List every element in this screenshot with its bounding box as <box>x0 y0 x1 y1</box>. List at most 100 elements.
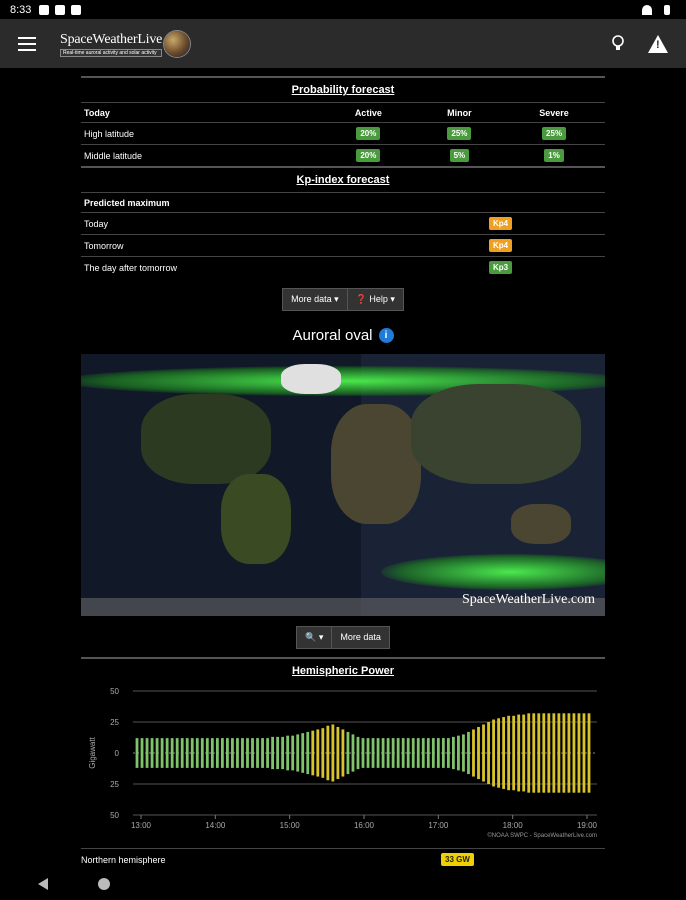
power-bar <box>150 738 154 768</box>
help-button[interactable]: ❓ Help ▾ <box>347 288 404 311</box>
power-bar <box>547 713 551 793</box>
x-tick-label: 14:00 <box>205 821 226 830</box>
table-header-row: Today Active Minor Severe <box>81 102 605 123</box>
power-bar <box>477 726 480 780</box>
power-bar <box>180 738 184 768</box>
table-row: High latitude 20% 25% 25% <box>81 122 605 145</box>
table-row: Tomorrow Kp4 <box>81 234 605 257</box>
power-bar <box>446 738 450 768</box>
hemisphere-row: Northern hemisphere 33 GW <box>81 848 605 866</box>
info-icon[interactable]: i <box>378 328 394 343</box>
power-bar <box>487 722 490 784</box>
power-bar <box>276 736 280 770</box>
x-tick-label: 13:00 <box>131 821 152 830</box>
power-bar <box>281 736 285 770</box>
power-bar <box>441 738 445 768</box>
x-tick-label: 17:00 <box>428 821 449 830</box>
power-bar <box>236 738 239 768</box>
battery-icon <box>664 4 670 15</box>
zoom-button[interactable]: 🔍 ▾ <box>296 626 333 649</box>
power-bar <box>220 738 224 768</box>
table-row: The day after tomorrow Kp3 <box>81 256 605 278</box>
power-bar <box>190 738 194 768</box>
power-bar <box>321 728 325 778</box>
power-bar <box>261 738 264 768</box>
power-bar <box>587 713 591 793</box>
power-bar <box>311 730 315 776</box>
kp-header: Predicted maximum <box>81 192 605 213</box>
power-bar <box>381 738 385 768</box>
probability-table: Today Active Minor Severe High latitude … <box>81 102 605 166</box>
power-bar <box>492 719 495 787</box>
power-bar <box>482 724 485 782</box>
power-bar <box>431 738 435 768</box>
lightbulb-icon[interactable] <box>612 34 624 53</box>
power-bar <box>195 738 199 768</box>
kp-button-group: More data ▾ ❓ Help ▾ <box>81 288 605 311</box>
power-bar <box>205 738 209 768</box>
power-bar <box>251 738 254 768</box>
power-bar <box>452 736 455 770</box>
help-icon: ❓ <box>355 294 367 304</box>
wifi-icon <box>642 4 652 15</box>
warning-icon[interactable] <box>648 34 668 53</box>
power-bar <box>226 738 229 768</box>
more-data-map-button[interactable]: More data <box>332 626 390 649</box>
row-label: Today <box>81 212 486 235</box>
map-button-group: 🔍 ▾ More data <box>81 626 605 649</box>
hemisphere-badge: 33 GW <box>441 853 474 866</box>
power-bar <box>507 715 511 791</box>
menu-icon[interactable] <box>18 36 36 51</box>
power-bar <box>396 738 400 768</box>
power-bar <box>306 731 310 775</box>
col-minor: Minor <box>415 102 504 123</box>
power-bar <box>582 713 586 793</box>
power-bar <box>552 713 556 793</box>
power-bar <box>170 738 174 768</box>
app-logo[interactable]: SpaceWeatherLive Real-time auroral activ… <box>60 30 191 57</box>
power-bar <box>426 738 430 768</box>
power-bar <box>567 713 571 793</box>
power-bar <box>346 731 350 775</box>
kp-badge: Kp3 <box>489 261 513 274</box>
power-bar <box>457 735 460 771</box>
power-bar <box>522 714 526 792</box>
y-tick-label: 0 <box>115 749 120 758</box>
power-bar <box>386 738 390 768</box>
more-data-button[interactable]: More data ▾ <box>282 288 348 311</box>
power-bar <box>341 729 345 777</box>
power-bar <box>421 738 425 768</box>
status-time: 8:33 <box>10 3 32 16</box>
main-content: Probability forecast Today Active Minor … <box>81 68 605 866</box>
chart-credit: ©NOAA SWPC - SpaceWeatherLive.com <box>487 832 597 839</box>
minor-badge: 5% <box>449 149 470 162</box>
power-bar <box>291 735 295 771</box>
col-active: Active <box>321 102 416 123</box>
power-bar <box>502 717 506 789</box>
hemispheric-power-chart[interactable]: 50 25 0 25 50 Gigawatt 13:00 14:00 15:00 16:00 17:… <box>81 683 605 848</box>
power-bar <box>241 738 244 768</box>
power-bar <box>231 738 234 768</box>
auroral-oval-map[interactable]: SpaceWeatherLive.com <box>81 354 605 616</box>
power-bar <box>462 734 465 772</box>
row-label: Tomorrow <box>81 234 486 257</box>
back-icon[interactable] <box>38 878 48 890</box>
power-bar <box>416 738 420 768</box>
home-icon[interactable] <box>98 878 110 890</box>
kp-badge: Kp4 <box>489 239 513 252</box>
x-tick-label: 16:00 <box>354 821 375 830</box>
power-bar <box>266 738 269 768</box>
kp-badge: Kp4 <box>489 217 513 230</box>
power-bar <box>406 738 410 768</box>
power-bar <box>271 736 274 770</box>
logo-globe-icon <box>164 30 191 57</box>
map-watermark: SpaceWeatherLive.com <box>462 592 595 607</box>
logo-tagline: Real-time auroral activity and solar act… <box>60 49 163 57</box>
power-bar <box>537 713 541 793</box>
y-tick-label: 25 <box>110 780 119 789</box>
power-bar <box>165 738 169 768</box>
hemisphere-label: Northern hemisphere <box>81 854 166 865</box>
row-label: Middle latitude <box>81 144 321 166</box>
power-bar <box>532 713 536 793</box>
x-tick-label: 18:00 <box>503 821 524 830</box>
